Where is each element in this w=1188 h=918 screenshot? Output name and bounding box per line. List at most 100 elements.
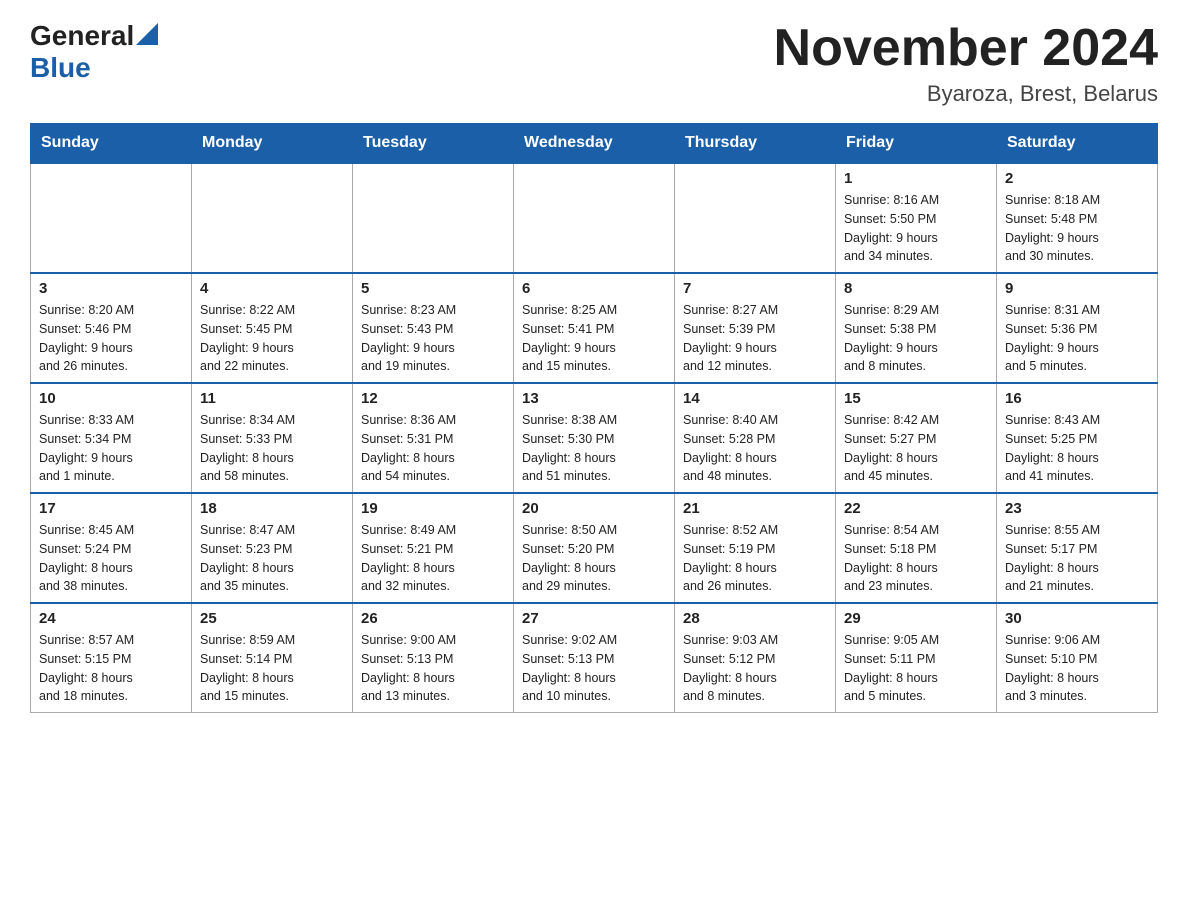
day-cell: 25 Sunrise: 8:59 AM Sunset: 5:14 PM Dayli… xyxy=(192,603,353,713)
day-cell: 14 Sunrise: 8:40 AM Sunset: 5:28 PM Dayli… xyxy=(675,383,836,493)
day-info: Sunrise: 9:05 AM Sunset: 5:11 PM Dayligh… xyxy=(844,631,988,706)
day-info: Sunrise: 8:25 AM Sunset: 5:41 PM Dayligh… xyxy=(522,301,666,376)
day-cell: 4 Sunrise: 8:22 AM Sunset: 5:45 PM Daylig… xyxy=(192,273,353,383)
header-wednesday: Wednesday xyxy=(514,124,675,164)
header-tuesday: Tuesday xyxy=(353,124,514,164)
day-cell: 18 Sunrise: 8:47 AM Sunset: 5:23 PM Dayli… xyxy=(192,493,353,603)
day-info: Sunrise: 8:45 AM Sunset: 5:24 PM Dayligh… xyxy=(39,521,183,596)
day-info: Sunrise: 8:20 AM Sunset: 5:46 PM Dayligh… xyxy=(39,301,183,376)
day-number: 12 xyxy=(361,390,505,407)
header-friday: Friday xyxy=(836,124,997,164)
day-cell: 15 Sunrise: 8:42 AM Sunset: 5:27 PM Dayli… xyxy=(836,383,997,493)
day-info: Sunrise: 8:50 AM Sunset: 5:20 PM Dayligh… xyxy=(522,521,666,596)
day-number: 21 xyxy=(683,500,827,517)
day-cell: 6 Sunrise: 8:25 AM Sunset: 5:41 PM Daylig… xyxy=(514,273,675,383)
day-info: Sunrise: 8:42 AM Sunset: 5:27 PM Dayligh… xyxy=(844,411,988,486)
day-cell: 12 Sunrise: 8:36 AM Sunset: 5:31 PM Dayli… xyxy=(353,383,514,493)
day-number: 2 xyxy=(1005,170,1149,187)
day-cell: 19Sunrise: 8:49 AM Sunset: 5:21 PM Dayli… xyxy=(353,493,514,603)
day-cell: 27 Sunrise: 9:02 AM Sunset: 5:13 PM Dayli… xyxy=(514,603,675,713)
logo: General Blue xyxy=(30,20,158,84)
day-info: Sunrise: 9:00 AM Sunset: 5:13 PM Dayligh… xyxy=(361,631,505,706)
day-info: Sunrise: 9:02 AM Sunset: 5:13 PM Dayligh… xyxy=(522,631,666,706)
logo-triangle-icon xyxy=(136,23,158,45)
header-monday: Monday xyxy=(192,124,353,164)
day-cell: 10Sunrise: 8:33 AM Sunset: 5:34 PM Dayli… xyxy=(31,383,192,493)
week-row-3: 10Sunrise: 8:33 AM Sunset: 5:34 PM Dayli… xyxy=(31,383,1158,493)
day-number: 28 xyxy=(683,610,827,627)
day-cell: 21 Sunrise: 8:52 AM Sunset: 5:19 PM Dayli… xyxy=(675,493,836,603)
day-number: 4 xyxy=(200,280,344,297)
header-saturday: Saturday xyxy=(997,124,1158,164)
day-number: 27 xyxy=(522,610,666,627)
day-number: 20 xyxy=(522,500,666,517)
day-cell: 3 Sunrise: 8:20 AM Sunset: 5:46 PM Daylig… xyxy=(31,273,192,383)
day-cell: 7 Sunrise: 8:27 AM Sunset: 5:39 PM Daylig… xyxy=(675,273,836,383)
day-number: 25 xyxy=(200,610,344,627)
day-info: Sunrise: 8:40 AM Sunset: 5:28 PM Dayligh… xyxy=(683,411,827,486)
day-info: Sunrise: 8:31 AM Sunset: 5:36 PM Dayligh… xyxy=(1005,301,1149,376)
day-cell: 1 Sunrise: 8:16 AM Sunset: 5:50 PM Daylig… xyxy=(836,163,997,273)
day-info: Sunrise: 8:23 AM Sunset: 5:43 PM Dayligh… xyxy=(361,301,505,376)
day-info: Sunrise: 9:03 AM Sunset: 5:12 PM Dayligh… xyxy=(683,631,827,706)
day-cell: 8Sunrise: 8:29 AM Sunset: 5:38 PM Daylig… xyxy=(836,273,997,383)
header-thursday: Thursday xyxy=(675,124,836,164)
day-info: Sunrise: 8:38 AM Sunset: 5:30 PM Dayligh… xyxy=(522,411,666,486)
day-number: 14 xyxy=(683,390,827,407)
day-cell: 16 Sunrise: 8:43 AM Sunset: 5:25 PM Dayli… xyxy=(997,383,1158,493)
day-info: Sunrise: 8:16 AM Sunset: 5:50 PM Dayligh… xyxy=(844,191,988,266)
logo-blue: Blue xyxy=(30,52,91,84)
day-number: 11 xyxy=(200,390,344,407)
calendar-subtitle: Byaroza, Brest, Belarus xyxy=(774,81,1158,107)
day-number: 16 xyxy=(1005,390,1149,407)
day-info: Sunrise: 8:54 AM Sunset: 5:18 PM Dayligh… xyxy=(844,521,988,596)
day-info: Sunrise: 8:47 AM Sunset: 5:23 PM Dayligh… xyxy=(200,521,344,596)
day-cell: 28 Sunrise: 9:03 AM Sunset: 5:12 PM Dayli… xyxy=(675,603,836,713)
day-info: Sunrise: 8:59 AM Sunset: 5:14 PM Dayligh… xyxy=(200,631,344,706)
day-number: 7 xyxy=(683,280,827,297)
day-cell: 30 Sunrise: 9:06 AM Sunset: 5:10 PM Dayli… xyxy=(997,603,1158,713)
day-info: Sunrise: 8:22 AM Sunset: 5:45 PM Dayligh… xyxy=(200,301,344,376)
week-row-4: 17 Sunrise: 8:45 AM Sunset: 5:24 PM Dayli… xyxy=(31,493,1158,603)
title-block: November 2024 Byaroza, Brest, Belarus xyxy=(774,20,1158,107)
day-number: 24 xyxy=(39,610,183,627)
day-info: Sunrise: 8:36 AM Sunset: 5:31 PM Dayligh… xyxy=(361,411,505,486)
day-info: Sunrise: 8:52 AM Sunset: 5:19 PM Dayligh… xyxy=(683,521,827,596)
day-number: 15 xyxy=(844,390,988,407)
logo-general: General xyxy=(30,20,134,52)
day-info: Sunrise: 8:43 AM Sunset: 5:25 PM Dayligh… xyxy=(1005,411,1149,486)
day-info: Sunrise: 9:06 AM Sunset: 5:10 PM Dayligh… xyxy=(1005,631,1149,706)
day-cell: 17 Sunrise: 8:45 AM Sunset: 5:24 PM Dayli… xyxy=(31,493,192,603)
day-number: 9 xyxy=(1005,280,1149,297)
day-cell xyxy=(31,163,192,273)
day-cell: 23Sunrise: 8:55 AM Sunset: 5:17 PM Dayli… xyxy=(997,493,1158,603)
day-number: 5 xyxy=(361,280,505,297)
day-info: Sunrise: 8:29 AM Sunset: 5:38 PM Dayligh… xyxy=(844,301,988,376)
day-number: 19 xyxy=(361,500,505,517)
week-row-5: 24 Sunrise: 8:57 AM Sunset: 5:15 PM Dayli… xyxy=(31,603,1158,713)
day-info: Sunrise: 8:27 AM Sunset: 5:39 PM Dayligh… xyxy=(683,301,827,376)
day-info: Sunrise: 8:34 AM Sunset: 5:33 PM Dayligh… xyxy=(200,411,344,486)
day-number: 26 xyxy=(361,610,505,627)
day-info: Sunrise: 8:57 AM Sunset: 5:15 PM Dayligh… xyxy=(39,631,183,706)
day-number: 30 xyxy=(1005,610,1149,627)
day-cell: 22 Sunrise: 8:54 AM Sunset: 5:18 PM Dayli… xyxy=(836,493,997,603)
day-cell: 11 Sunrise: 8:34 AM Sunset: 5:33 PM Dayli… xyxy=(192,383,353,493)
day-cell: 13Sunrise: 8:38 AM Sunset: 5:30 PM Dayli… xyxy=(514,383,675,493)
day-cell: 26 Sunrise: 9:00 AM Sunset: 5:13 PM Dayli… xyxy=(353,603,514,713)
header-sunday: Sunday xyxy=(31,124,192,164)
day-info: Sunrise: 8:33 AM Sunset: 5:34 PM Dayligh… xyxy=(39,411,183,486)
day-cell xyxy=(675,163,836,273)
day-number: 17 xyxy=(39,500,183,517)
day-number: 3 xyxy=(39,280,183,297)
day-cell: 20 Sunrise: 8:50 AM Sunset: 5:20 PM Dayli… xyxy=(514,493,675,603)
calendar-title: November 2024 xyxy=(774,20,1158,77)
day-number: 22 xyxy=(844,500,988,517)
day-number: 6 xyxy=(522,280,666,297)
day-number: 23 xyxy=(1005,500,1149,517)
day-number: 18 xyxy=(200,500,344,517)
day-cell: 2Sunrise: 8:18 AM Sunset: 5:48 PM Daylig… xyxy=(997,163,1158,273)
day-number: 1 xyxy=(844,170,988,187)
header: General Blue November 2024 Byaroza, Bres… xyxy=(30,20,1158,107)
day-cell: 5 Sunrise: 8:23 AM Sunset: 5:43 PM Daylig… xyxy=(353,273,514,383)
